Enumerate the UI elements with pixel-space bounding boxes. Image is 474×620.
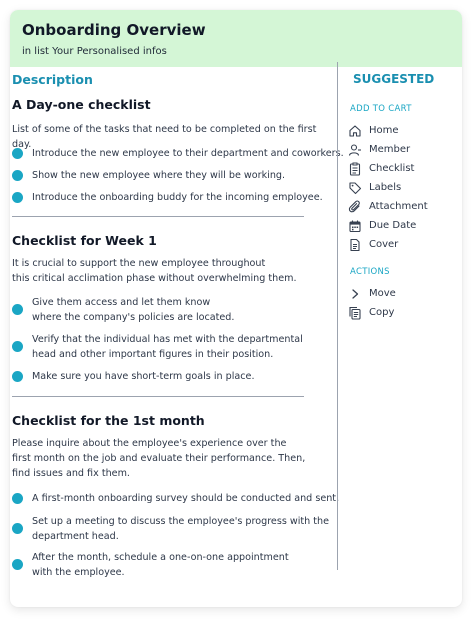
label-icon	[349, 182, 362, 195]
sidebar-item-copy[interactable]: Copy	[348, 305, 448, 321]
section-divider	[12, 216, 304, 217]
bullet-icon	[12, 192, 23, 203]
sidebar-item-member[interactable]: Member	[348, 142, 448, 158]
list-item-text: A first-month onboarding survey should b…	[32, 493, 340, 504]
actions-title: ACTIONS	[350, 267, 390, 277]
sidebar-item-home[interactable]: Home	[348, 123, 448, 139]
suggested-heading: SUGGESTED	[353, 72, 435, 86]
bullet-icon	[12, 148, 23, 159]
list-item-text: Give them access and let them know where…	[32, 297, 235, 323]
bullet-icon	[12, 371, 23, 382]
bullet-icon	[12, 341, 23, 352]
bullet-icon	[12, 493, 23, 504]
sidebar-item-label: Labels	[369, 182, 402, 193]
list-item-text: Make sure you have short-term goals in p…	[32, 371, 255, 382]
sidebar-item-labels[interactable]: Labels	[348, 180, 448, 196]
sidebar-item-label: Home	[369, 125, 399, 136]
list-item-text: Introduce the new employee to their depa…	[32, 148, 344, 159]
copy-icon	[349, 306, 361, 320]
list-item-text: Introduce the onboarding buddy for the i…	[32, 192, 323, 203]
home-icon	[349, 125, 361, 137]
list-item-text: After the month, schedule a one-on-one a…	[32, 552, 289, 578]
member-icon	[348, 144, 361, 156]
sidebar-item-checklist[interactable]: Checklist	[348, 161, 448, 177]
sidebar-item-label: Move	[369, 288, 396, 299]
paperclip-icon	[348, 200, 360, 213]
list-item-text: Set up a meeting to discuss the employee…	[32, 516, 330, 542]
sidebar-item-label: Copy	[369, 307, 395, 318]
list-item-text: Show the new employee where they will be…	[32, 170, 286, 181]
bullet-icon	[12, 304, 23, 315]
section-intro-week-one: It is crucial to support the new employe…	[12, 258, 297, 284]
description-heading: Description	[12, 72, 93, 87]
chevron-right-icon	[352, 289, 359, 299]
sidebar-item-label: Checklist	[369, 163, 415, 174]
bullet-icon	[12, 523, 23, 534]
section-title-first-month: Checklist for the 1st month	[12, 413, 205, 428]
sidebar-item-cover[interactable]: Cover	[348, 237, 448, 253]
sidebar-item-attachment[interactable]: Attachment	[348, 199, 448, 215]
section-divider	[12, 396, 304, 397]
list-item-text: Verify that the individual has met with …	[32, 334, 303, 360]
calendar-icon	[349, 220, 361, 233]
sidebar-item-due-date[interactable]: Due Date	[348, 218, 448, 234]
card-header: Onboarding Overview in list Your Persona…	[10, 10, 462, 67]
section-intro-first-month: Please inquire about the employee's expe…	[12, 438, 306, 479]
list-subtitle: in list Your Personalised infos	[22, 46, 167, 57]
cover-icon	[350, 238, 360, 252]
bullet-icon	[12, 170, 23, 181]
sidebar-item-label: Attachment	[369, 201, 428, 212]
section-title-week-one: Checklist for Week 1	[12, 233, 157, 248]
sidebar-item-move[interactable]: Move	[348, 286, 448, 302]
page-title: Onboarding Overview	[22, 21, 206, 39]
section-title-day-one: A Day-one checklist	[12, 97, 151, 112]
panel-divider	[337, 62, 338, 570]
sidebar-item-label: Cover	[369, 239, 399, 250]
add-to-cart-title: ADD TO CART	[350, 104, 412, 114]
sidebar-item-label: Due Date	[369, 220, 417, 231]
bullet-icon	[12, 559, 23, 570]
sidebar-item-label: Member	[369, 144, 411, 155]
checklist-icon	[349, 162, 361, 176]
